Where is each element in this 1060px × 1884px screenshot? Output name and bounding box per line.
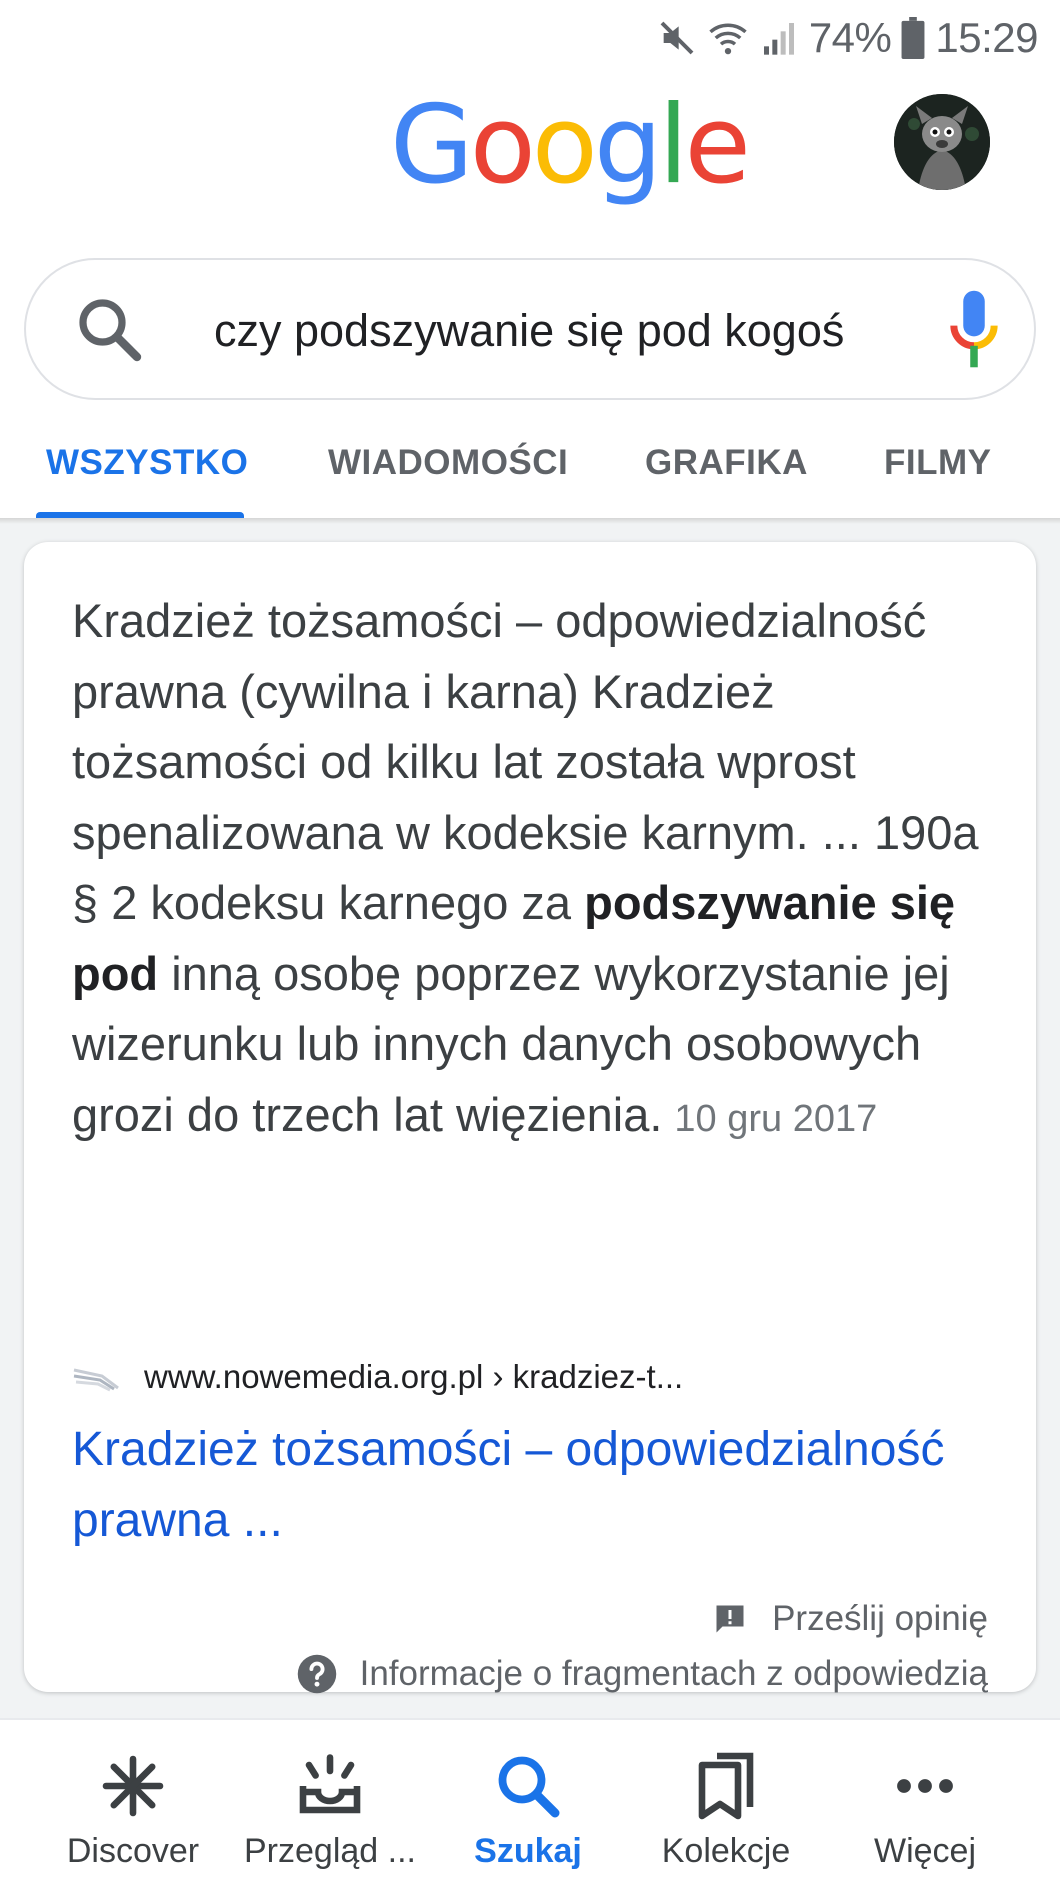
logo-letter: g — [593, 83, 663, 208]
bottom-navigation: Discover Przegląd ... Szukaj Kolekcje Wi… — [0, 1718, 1060, 1884]
feedback-label: Prześlij opinię — [772, 1599, 988, 1638]
search-tabs: WSZYSTKO WIADOMOŚCI GRAFIKA FILMY — [0, 420, 1060, 520]
avatar-image — [894, 94, 990, 190]
about-label: Informacje o fragmentach z odpowiedzią — [359, 1654, 988, 1693]
feedback-link[interactable]: Prześlij opinię — [712, 1594, 988, 1644]
wifi-icon — [709, 23, 747, 55]
battery-icon — [901, 17, 925, 59]
result-title-link[interactable]: Kradzież tożsamości – odpowiedzialność p… — [72, 1414, 992, 1556]
search-bar[interactable]: czy podszywanie się pod kogoś — [24, 258, 1036, 400]
logo-letter: o — [531, 83, 598, 208]
avatar[interactable] — [894, 94, 990, 190]
nav-more[interactable]: Więcej — [825, 1720, 1025, 1884]
updates-icon — [299, 1754, 361, 1814]
snippet-date: 10 gru 2017 — [674, 1097, 878, 1140]
mute-icon — [660, 21, 694, 55]
search-icon — [498, 1756, 560, 1818]
clock: 15:29 — [935, 14, 1038, 61]
battery-percent: 74% — [808, 14, 892, 61]
featured-snippet-card: Kradzież tożsamości – odpowiedzialność p… — [24, 542, 1036, 1694]
nav-updates[interactable]: Przegląd ... — [230, 1720, 430, 1884]
site-favicon — [73, 1368, 119, 1392]
result-url[interactable]: www.nowemedia.org.pl › kradziez-t... — [144, 1358, 683, 1396]
tab-images[interactable]: GRAFIKA — [645, 420, 808, 520]
search-icon[interactable] — [74, 294, 146, 366]
nav-discover[interactable]: Discover — [33, 1720, 233, 1884]
status-bar: 74% 15:29 — [0, 0, 1060, 74]
discover-icon — [102, 1755, 164, 1817]
search-input[interactable]: czy podszywanie się pod kogoś — [214, 296, 886, 366]
google-logo[interactable]: Google — [390, 92, 751, 200]
help-icon — [297, 1654, 336, 1694]
logo-letter: G — [390, 83, 474, 208]
signal-icon — [763, 23, 794, 55]
status-icons: 74% 15:29 — [657, 10, 1038, 66]
microphone-icon[interactable] — [946, 288, 1002, 374]
nav-more-label: Więcej — [873, 1832, 977, 1870]
tab-news[interactable]: WIADOMOŚCI — [328, 420, 568, 520]
collections-icon — [698, 1752, 754, 1820]
tab-videos[interactable]: FILMY — [884, 420, 991, 520]
snippet-text: Kradzież tożsamości – odpowiedzialność p… — [72, 586, 1012, 1154]
nav-collections[interactable]: Kolekcje — [626, 1720, 826, 1884]
more-icon — [897, 1779, 953, 1793]
logo-letter: e — [684, 83, 750, 208]
logo-letter: l — [658, 83, 688, 208]
nav-search[interactable]: Szukaj — [428, 1720, 628, 1884]
result-source[interactable]: www.nowemedia.org.pl › kradziez-t... — [72, 1352, 972, 1402]
about-snippets-link[interactable]: Informacje o fragmentach z odpowiedzią — [296, 1650, 988, 1698]
tab-all[interactable]: WSZYSTKO — [46, 420, 248, 520]
logo-letter: o — [469, 83, 536, 208]
feedback-icon — [716, 1605, 744, 1633]
